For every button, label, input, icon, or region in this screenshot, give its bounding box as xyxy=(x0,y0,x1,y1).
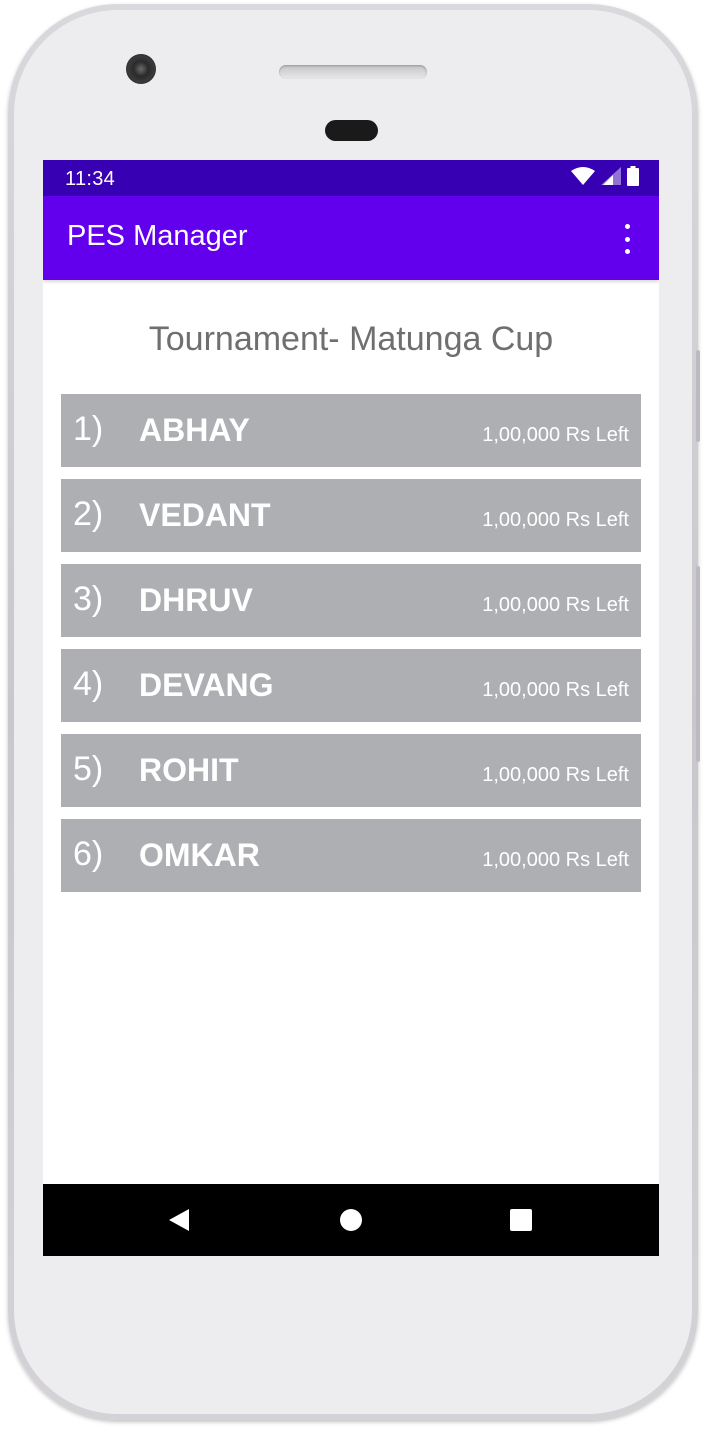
recents-icon[interactable] xyxy=(507,1206,535,1234)
player-name: DEVANG xyxy=(139,667,274,703)
more-vert-icon[interactable] xyxy=(615,224,639,254)
back-icon[interactable] xyxy=(165,1206,193,1234)
status-icons xyxy=(571,166,639,190)
navigation-bar xyxy=(43,1184,659,1256)
player-row[interactable]: 2) VEDANT 1,00,000 Rs Left xyxy=(61,479,641,552)
cell-signal-icon xyxy=(601,167,621,189)
status-time: 11:34 xyxy=(65,168,116,190)
proximity-sensor xyxy=(325,120,378,141)
player-name: ABHAY xyxy=(139,412,250,448)
screen: 11:34 PES Manager Tournament- Matunga Cu… xyxy=(43,160,659,1256)
tournament-title: Tournament- Matunga Cup xyxy=(148,320,554,358)
battery-icon xyxy=(627,166,639,190)
player-rank: 3) xyxy=(73,580,104,618)
player-row[interactable]: 1) ABHAY 1,00,000 Rs Left xyxy=(61,394,641,467)
player-name: OMKAR xyxy=(139,837,260,873)
player-row[interactable]: 5) ROHIT 1,00,000 Rs Left xyxy=(61,734,641,807)
menu-dot xyxy=(624,249,630,254)
front-camera xyxy=(126,54,156,84)
earpiece-speaker xyxy=(279,65,427,79)
player-name: VEDANT xyxy=(139,497,271,533)
menu-dot xyxy=(624,224,630,229)
player-row[interactable]: 3) DHRUV 1,00,000 Rs Left xyxy=(61,564,641,637)
home-icon[interactable] xyxy=(337,1206,365,1234)
player-name: DHRUV xyxy=(139,582,253,618)
wifi-icon xyxy=(571,167,595,189)
menu-dot xyxy=(624,236,630,242)
power-button xyxy=(696,350,700,442)
player-budget: 1,00,000 Rs Left xyxy=(482,764,629,786)
player-budget: 1,00,000 Rs Left xyxy=(482,679,629,701)
player-rank: 4) xyxy=(73,665,104,703)
volume-button xyxy=(696,566,700,762)
player-budget: 1,00,000 Rs Left xyxy=(482,594,629,616)
player-budget: 1,00,000 Rs Left xyxy=(482,509,629,531)
player-rank: 2) xyxy=(73,495,104,533)
player-row[interactable]: 4) DEVANG 1,00,000 Rs Left xyxy=(61,649,641,722)
player-row[interactable]: 6) OMKAR 1,00,000 Rs Left xyxy=(61,819,641,892)
player-rank: 5) xyxy=(73,750,104,788)
status-bar: 11:34 xyxy=(43,160,659,196)
app-bar: PES Manager xyxy=(43,196,659,280)
player-budget: 1,00,000 Rs Left xyxy=(482,849,629,871)
player-name: ROHIT xyxy=(139,752,239,788)
player-rank: 1) xyxy=(73,410,104,448)
player-budget: 1,00,000 Rs Left xyxy=(482,424,629,446)
player-list: 1) ABHAY 1,00,000 Rs Left 2) VEDANT 1,00… xyxy=(61,394,641,904)
player-rank: 6) xyxy=(73,835,104,873)
app-title: PES Manager xyxy=(67,220,248,252)
